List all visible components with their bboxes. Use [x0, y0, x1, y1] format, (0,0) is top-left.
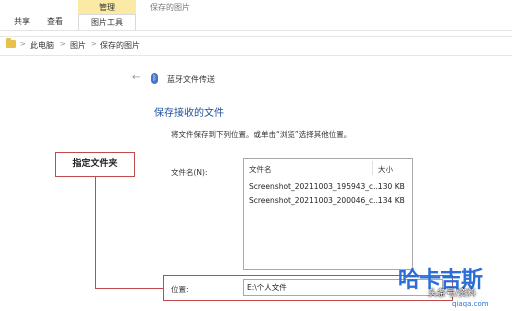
- watermark-overlay: 头条号/资料: [428, 289, 477, 299]
- breadcrumb-pictures[interactable]: 图片: [70, 40, 86, 51]
- breadcrumb-this-pc[interactable]: 此电脑: [30, 40, 54, 51]
- column-header-name[interactable]: 文件名: [249, 164, 272, 175]
- filename-label: 文件名(N):: [171, 168, 208, 177]
- column-header-size[interactable]: 大小: [378, 164, 393, 175]
- file-row-name[interactable]: Screenshot_20211003_200046_c...: [249, 196, 380, 205]
- file-row-size: 134 KB: [378, 196, 405, 205]
- watermark-url: qiaqa.com: [452, 300, 489, 308]
- file-row-size: 130 KB: [378, 182, 405, 191]
- chevron-right-icon[interactable]: >: [91, 40, 97, 48]
- folder-icon: [6, 38, 16, 48]
- tab-share[interactable]: 共享: [14, 16, 30, 27]
- annotation-callout: 指定文件夹: [55, 152, 135, 177]
- annotation-connector: [95, 288, 163, 289]
- tab-view[interactable]: 查看: [47, 16, 63, 27]
- file-row-name[interactable]: Screenshot_20211003_195943_c...: [249, 182, 380, 191]
- tab-picture-tools[interactable]: 图片工具: [78, 14, 136, 30]
- ribbon: [0, 0, 512, 31]
- chevron-right-icon[interactable]: >: [20, 40, 26, 48]
- wizard-title: 蓝牙文件传送: [167, 75, 215, 84]
- breadcrumb-saved-pictures[interactable]: 保存的图片: [100, 40, 140, 51]
- chevron-right-icon[interactable]: >: [60, 40, 66, 48]
- bluetooth-icon: ᛒ: [151, 73, 158, 84]
- back-arrow-icon[interactable]: ←: [132, 72, 140, 83]
- annotation-connector: [95, 177, 96, 288]
- column-divider[interactable]: [372, 161, 373, 175]
- page-heading: 保存接收的文件: [154, 108, 224, 119]
- context-tab-manage[interactable]: 管理: [78, 2, 136, 13]
- window-title: 保存的图片: [150, 3, 190, 12]
- instruction-text: 将文件保存到下列位置。或单击“浏览”选择其他位置。: [171, 130, 352, 139]
